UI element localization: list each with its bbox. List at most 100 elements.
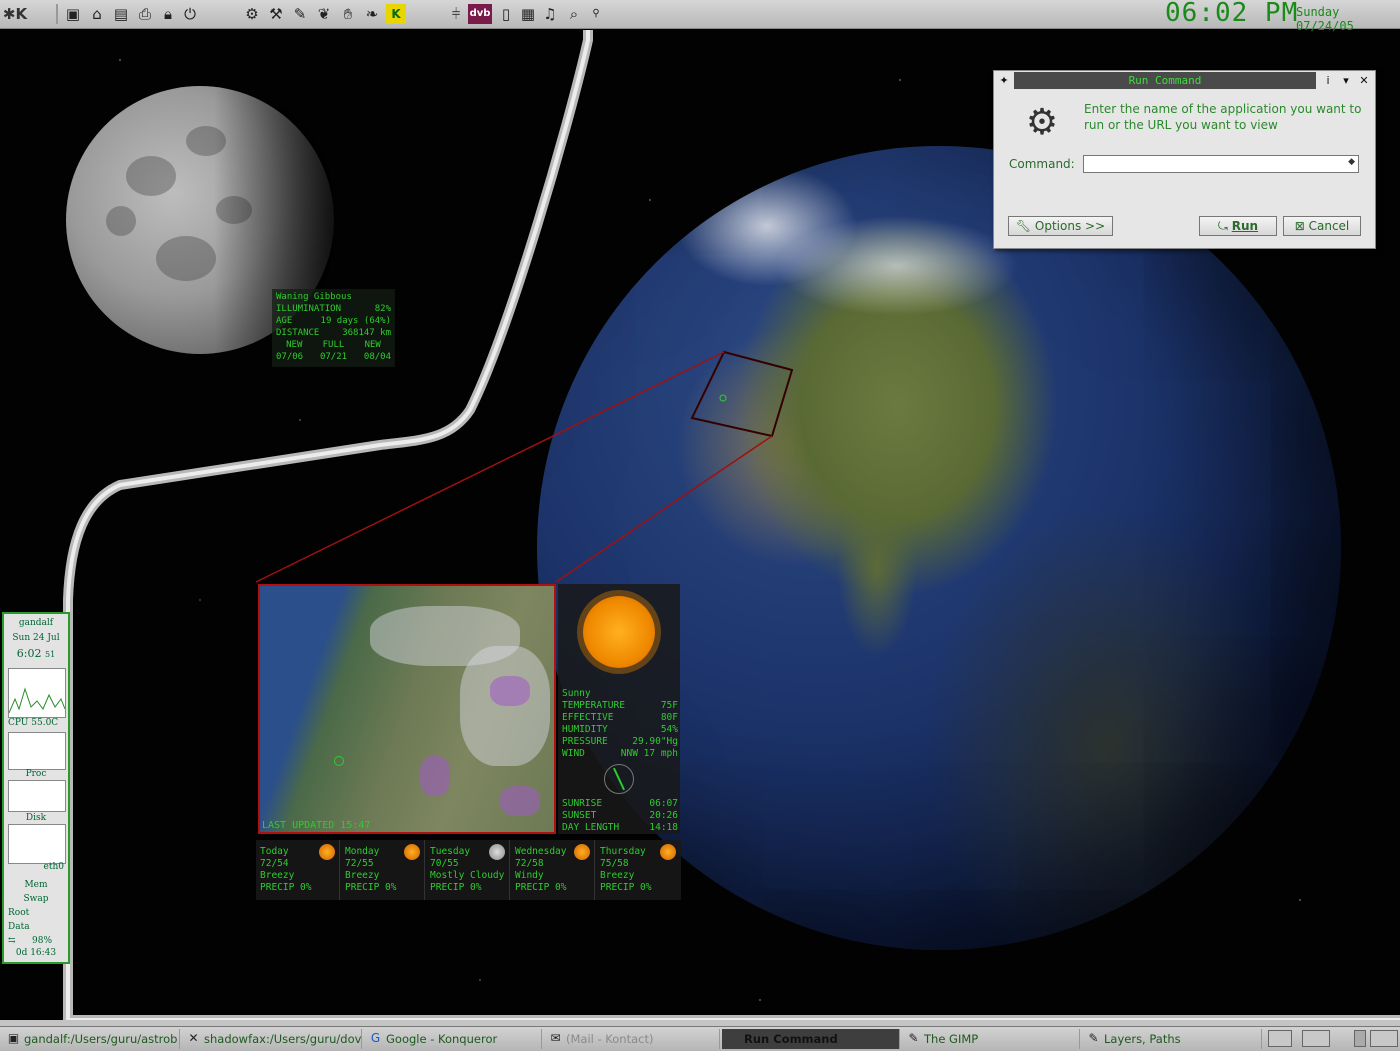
monitor-date: Sun 24 Jul bbox=[12, 633, 60, 643]
temp-label: TEMPERATURE bbox=[562, 700, 625, 711]
forecast-precip: PRECIP 0% bbox=[260, 882, 312, 893]
pager-desktop-2[interactable] bbox=[1302, 1030, 1330, 1047]
root-label: Root bbox=[8, 908, 30, 918]
effective-value: 80F bbox=[660, 712, 678, 723]
kde-gear-icon: ⚙ bbox=[1025, 102, 1059, 143]
temp-value: 75F bbox=[660, 700, 678, 711]
task-run-command[interactable]: Run Command bbox=[722, 1029, 900, 1049]
data-label: Data bbox=[8, 922, 30, 932]
run-button[interactable]: ⤿ Run bbox=[1199, 216, 1277, 236]
terminal-icon: ▣ bbox=[7, 1031, 20, 1045]
forecast-day: Today 72/54 Breezy PRECIP 0% bbox=[256, 840, 340, 900]
wind-label: WIND bbox=[562, 748, 585, 759]
forecast-desc: Breezy bbox=[260, 870, 295, 881]
pager-desktop-3[interactable] bbox=[1370, 1030, 1398, 1047]
weather-map bbox=[258, 584, 556, 834]
battery-value: 98% bbox=[32, 936, 53, 946]
sunrise-label: SUNRISE bbox=[562, 798, 603, 809]
weather-condition: Sunny bbox=[562, 688, 591, 699]
cpu-label: CPU 55.0C bbox=[8, 718, 59, 728]
forecast-precip: PRECIP 0% bbox=[515, 882, 567, 893]
sunset-value: 20:26 bbox=[649, 810, 678, 821]
task-gimp[interactable]: ✎ The GIMP bbox=[902, 1029, 1080, 1049]
run-icon: ⤿ bbox=[1217, 219, 1232, 233]
wind-compass-icon bbox=[604, 764, 634, 794]
monitor-hostname: gandalf bbox=[18, 618, 54, 628]
task-kontact[interactable]: ✉ (Mail - Kontact) bbox=[544, 1029, 720, 1049]
cpu-temp-graph bbox=[8, 732, 66, 770]
weather-updated: LAST UPDATED 15:47 bbox=[262, 820, 371, 831]
wind-value: NNW 17 mph bbox=[620, 748, 678, 759]
eth-label: eth0 bbox=[43, 862, 64, 872]
cancel-button[interactable]: ⊠ Cancel bbox=[1283, 216, 1361, 236]
taskbar: ▣ gandalf:/Users/guru/astrob ✕ shadowfax:/… bbox=[0, 1026, 1400, 1051]
uptime: 0d 16:43 bbox=[15, 948, 57, 958]
info-icon[interactable]: i bbox=[1320, 72, 1336, 89]
forecast-precip: PRECIP 0% bbox=[430, 882, 482, 893]
google-icon: G bbox=[370, 1031, 381, 1045]
forecast-desc: Breezy bbox=[600, 870, 635, 881]
swap-label: Swap bbox=[23, 894, 49, 904]
systray-icon[interactable] bbox=[1354, 1030, 1366, 1047]
options-button[interactable]: 🔧︎ Options >> bbox=[1008, 216, 1113, 236]
dialog-title[interactable]: Run Command bbox=[1014, 72, 1316, 89]
proc-label: Proc bbox=[25, 769, 47, 779]
gimp-icon: ✎ bbox=[1088, 1031, 1099, 1045]
forecast-desc: Breezy bbox=[345, 870, 380, 881]
sun-icon bbox=[660, 844, 676, 860]
forecast-day: Monday 72/55 Breezy PRECIP 0% bbox=[341, 840, 425, 900]
wrench-icon: 🔧︎ bbox=[1015, 219, 1035, 233]
run-command-dialog: ✦ Run Command i ▾ ✕ ⚙ Enter the name of … bbox=[993, 70, 1376, 249]
close-icon[interactable]: ✕ bbox=[1356, 72, 1372, 89]
weather-row: EFFECTIVE 80F bbox=[562, 712, 678, 724]
cloud-icon bbox=[489, 844, 505, 860]
cancel-icon: ⊠ bbox=[1294, 219, 1309, 233]
task-konqueror[interactable]: G Google - Konqueror bbox=[364, 1029, 542, 1049]
forecast-day: Thursday 75/58 Breezy PRECIP 0% bbox=[596, 840, 680, 900]
forecast-day: Tuesday 70/55 Mostly Cloudy PRECIP 0% bbox=[426, 840, 510, 900]
command-label: Command: bbox=[1009, 157, 1075, 171]
task-terminal[interactable]: ▣ gandalf:/Users/guru/astrob bbox=[2, 1029, 180, 1049]
forecast-panel: Today 72/54 Breezy PRECIP 0% Monday 72/55 Bre… bbox=[256, 840, 681, 900]
task-xterm[interactable]: ✕ shadowfax:/Users/guru/dov bbox=[182, 1029, 362, 1049]
daylength-value: 14:18 bbox=[649, 822, 678, 833]
command-input[interactable]: ◆ bbox=[1083, 155, 1359, 173]
weather-row: HUMIDITY 54% bbox=[562, 724, 678, 736]
pressure-label: PRESSURE bbox=[562, 736, 608, 747]
daylength-label: DAY LENGTH bbox=[562, 822, 620, 833]
cpu-graph bbox=[8, 668, 66, 718]
weather-row: TEMPERATURE 75F bbox=[562, 700, 678, 712]
pressure-value: 29.90"Hg bbox=[632, 736, 678, 747]
sun-icon bbox=[583, 596, 655, 668]
sun-row: DAY LENGTH 14:18 bbox=[562, 822, 678, 834]
humidity-label: HUMIDITY bbox=[562, 724, 608, 735]
monitor-time: 6:02 51 bbox=[16, 647, 56, 660]
mem-label: Mem bbox=[24, 880, 48, 890]
dialog-message: Enter the name of the application you wa… bbox=[1084, 102, 1362, 132]
forecast-desc: Mostly Cloudy bbox=[430, 870, 505, 881]
sun-icon bbox=[574, 844, 590, 860]
sun-icon bbox=[319, 844, 335, 860]
disk-graph bbox=[8, 824, 66, 864]
minimize-icon[interactable]: ▾ bbox=[1338, 72, 1354, 89]
task-gimp-layers[interactable]: ✎ Layers, Paths bbox=[1082, 1029, 1262, 1049]
humidity-value: 54% bbox=[660, 724, 678, 735]
combo-arrow-icon[interactable]: ◆ bbox=[1348, 157, 1355, 167]
forecast-desc: Windy bbox=[515, 870, 544, 881]
pin-icon[interactable]: ✦ bbox=[996, 72, 1012, 89]
sun-row: SUNRISE 06:07 bbox=[562, 798, 678, 810]
forecast-day: Wednesday 72/58 Windy PRECIP 0% bbox=[511, 840, 595, 900]
system-monitor: gandalf Sun 24 Jul 6:02 51 CPU 55.0C Pro… bbox=[2, 612, 70, 964]
battery-icon: ⇆ bbox=[8, 936, 16, 946]
effective-label: EFFECTIVE bbox=[562, 712, 614, 723]
disk-label: Disk bbox=[25, 813, 47, 823]
sun-icon bbox=[404, 844, 420, 860]
pager-desktop-1[interactable] bbox=[1268, 1030, 1292, 1047]
forecast-precip: PRECIP 0% bbox=[600, 882, 652, 893]
mail-icon: ✉ bbox=[550, 1031, 561, 1045]
forecast-precip: PRECIP 0% bbox=[345, 882, 397, 893]
gimp-icon: ✎ bbox=[908, 1031, 919, 1045]
proc-graph bbox=[8, 780, 66, 812]
sunrise-value: 06:07 bbox=[649, 798, 678, 809]
weather-row: WIND NNW 17 mph bbox=[562, 748, 678, 760]
